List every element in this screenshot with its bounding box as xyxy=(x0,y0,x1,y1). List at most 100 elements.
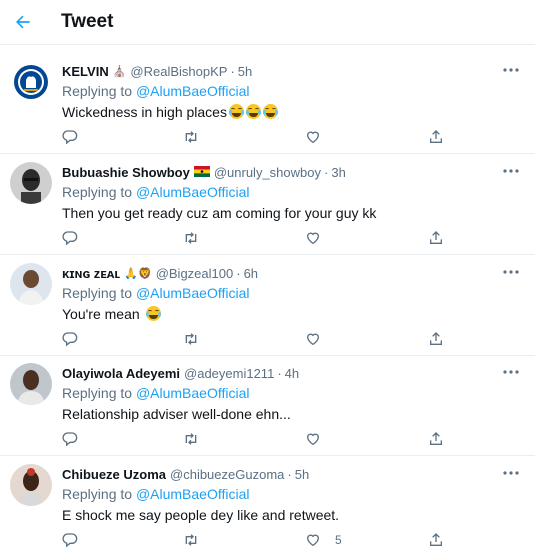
more-options-icon[interactable] xyxy=(502,267,520,277)
reply-button[interactable] xyxy=(62,531,78,549)
author-name[interactable]: Olayiwola Adeyemi xyxy=(62,366,180,381)
replying-to: Replying to @AlumBaeOfficial xyxy=(62,385,250,401)
chelsea-crest-icon xyxy=(10,61,52,103)
reply-button[interactable] xyxy=(62,229,78,247)
retweet-button[interactable] xyxy=(183,330,199,348)
heart-icon xyxy=(306,534,320,547)
avatar[interactable] xyxy=(10,363,52,405)
ghana-flag-badge xyxy=(193,165,210,180)
replying-to-link[interactable]: @AlumBaeOfficial xyxy=(136,83,250,99)
tweet-text-content: Wickedness in high places xyxy=(62,104,227,120)
tweet-time[interactable]: 3h xyxy=(331,165,345,180)
retweet-button[interactable] xyxy=(183,430,199,448)
more-options-icon[interactable] xyxy=(502,65,520,75)
retweet-icon xyxy=(185,534,197,546)
profile-photo-icon xyxy=(10,363,52,405)
separator-dot: · xyxy=(236,266,241,281)
tweet-text: Relationship adviser well-done ehn... xyxy=(62,406,291,422)
avatar[interactable] xyxy=(10,162,52,204)
share-icon xyxy=(430,231,442,244)
replying-to: Replying to @AlumBaeOfficial xyxy=(62,83,250,99)
reply-tweet[interactable]: Bubuashie Showboy @unruly_showboy · 3h R… xyxy=(0,155,535,255)
tweet-time[interactable]: 6h xyxy=(244,266,258,281)
more-options-icon[interactable] xyxy=(502,166,520,176)
tweet-time[interactable]: 5h xyxy=(295,467,309,482)
replying-to-link[interactable]: @AlumBaeOfficial xyxy=(136,184,250,200)
replying-to-label: Replying to xyxy=(62,83,133,99)
avatar[interactable] xyxy=(10,263,52,305)
replying-to: Replying to @AlumBaeOfficial xyxy=(62,285,250,301)
tweet-actions xyxy=(62,229,452,247)
replying-to-link[interactable]: @AlumBaeOfficial xyxy=(136,285,250,301)
separator-dot: · xyxy=(287,467,292,482)
author-handle[interactable]: @unruly_showboy xyxy=(214,165,321,180)
author-name[interactable]: ᴋɪɴɢ ᴢᴇᴀʟ xyxy=(62,266,120,281)
reply-tweet[interactable]: ᴋɪɴɢ ᴢᴇᴀʟ 🙏🦁 @Bigzeal100 · 6h Replying t… xyxy=(0,256,535,356)
tears-of-joy-emoji-icon xyxy=(245,104,261,119)
replying-to-label: Replying to xyxy=(62,486,133,502)
tweet-text: Wickedness in high places xyxy=(62,104,278,120)
heart-icon xyxy=(306,433,320,446)
share-icon xyxy=(430,432,442,445)
retweet-button[interactable] xyxy=(183,229,199,247)
back-button[interactable] xyxy=(10,9,36,35)
tears-of-joy-emoji-icon xyxy=(262,104,278,119)
separator-dot: · xyxy=(277,366,282,381)
share-button[interactable] xyxy=(428,430,444,448)
retweet-icon xyxy=(185,232,197,244)
author-name[interactable]: Bubuashie Showboy xyxy=(62,165,190,180)
arrow-left-icon xyxy=(16,15,30,29)
share-button[interactable] xyxy=(428,128,444,146)
share-button[interactable] xyxy=(428,531,444,549)
tweet-author: Olayiwola Adeyemi @adeyemi1211 · 4h xyxy=(62,366,299,381)
like-button[interactable] xyxy=(305,330,335,348)
author-handle[interactable]: @Bigzeal100 xyxy=(156,266,234,281)
reply-button[interactable] xyxy=(62,430,78,448)
reply-tweet[interactable]: Olayiwola Adeyemi @adeyemi1211 · 4h Repl… xyxy=(0,356,535,456)
separator-dot: · xyxy=(230,64,235,79)
share-icon xyxy=(430,533,442,546)
author-name[interactable]: Chibueze Uzoma xyxy=(62,467,166,482)
tweet-author: KELVIN ⛪ @RealBishopKP · 5h xyxy=(62,64,252,79)
replying-to: Replying to @AlumBaeOfficial xyxy=(62,486,250,502)
replying-to-link[interactable]: @AlumBaeOfficial xyxy=(136,385,250,401)
page-title: Tweet xyxy=(61,11,114,32)
share-icon xyxy=(430,130,442,143)
reply-icon xyxy=(62,231,78,246)
replying-to-link[interactable]: @AlumBaeOfficial xyxy=(136,486,250,502)
avatar[interactable] xyxy=(10,464,52,506)
author-handle[interactable]: @chibuezeGuzoma xyxy=(170,467,284,482)
reply-tweet[interactable]: Chibueze Uzoma @chibuezeGuzoma · 5h Repl… xyxy=(0,457,535,553)
replying-to-label: Replying to xyxy=(62,285,133,301)
share-button[interactable] xyxy=(428,229,444,247)
tweet-author: ᴋɪɴɢ ᴢᴇᴀʟ 🙏🦁 @Bigzeal100 · 6h xyxy=(62,266,258,281)
like-button[interactable] xyxy=(305,430,335,448)
avatar[interactable] xyxy=(10,61,52,103)
like-button[interactable] xyxy=(305,229,335,247)
separator-dot: · xyxy=(324,165,329,180)
reply-icon xyxy=(62,533,78,548)
reply-button[interactable] xyxy=(62,330,78,348)
reply-icon xyxy=(62,332,78,347)
retweet-button[interactable] xyxy=(183,128,199,146)
more-options-icon[interactable] xyxy=(502,367,520,377)
tweet-time[interactable]: 5h xyxy=(238,64,252,79)
author-name[interactable]: KELVIN xyxy=(62,64,109,79)
author-handle[interactable]: @adeyemi1211 xyxy=(184,366,274,381)
tweet-text: E shock me say people dey like and retwe… xyxy=(62,507,340,523)
reply-icon xyxy=(62,432,78,447)
retweet-button[interactable] xyxy=(183,531,199,549)
author-badge: 🙏🦁 xyxy=(124,268,152,280)
more-options-icon[interactable] xyxy=(502,468,520,478)
like-button[interactable] xyxy=(305,128,335,146)
tweet-time[interactable]: 4h xyxy=(285,366,299,381)
profile-photo-icon xyxy=(10,464,52,506)
tweet-author: Chibueze Uzoma @chibuezeGuzoma · 5h xyxy=(62,467,309,482)
heart-icon xyxy=(306,333,320,346)
reply-tweet[interactable]: KELVIN ⛪ @RealBishopKP · 5h Replying to … xyxy=(0,54,535,154)
author-handle[interactable]: @RealBishopKP xyxy=(130,64,227,79)
reply-button[interactable] xyxy=(62,128,78,146)
share-button[interactable] xyxy=(428,330,444,348)
profile-photo-icon xyxy=(10,263,52,305)
like-button[interactable]: 5 xyxy=(305,531,342,549)
